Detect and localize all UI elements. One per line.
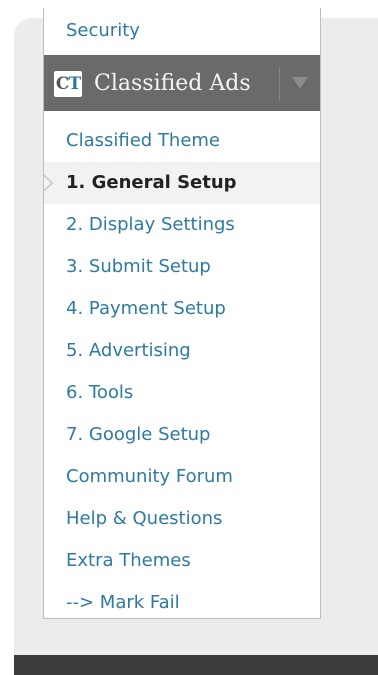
menu-item-label: Help & Questions bbox=[66, 508, 223, 529]
menu-item-label: Classified Theme bbox=[66, 130, 221, 151]
menu-item-extra-themes[interactable]: Extra Themes bbox=[44, 540, 320, 582]
menu-item-label: 5. Advertising bbox=[66, 340, 191, 361]
menu-item-help-questions[interactable]: Help & Questions bbox=[44, 498, 320, 540]
menu-item-label: 3. Submit Setup bbox=[66, 256, 211, 277]
menu-item-label: 6. Tools bbox=[66, 382, 134, 403]
menu-item-advertising[interactable]: 5. Advertising bbox=[44, 330, 320, 372]
menu-item-label: 1. General Setup bbox=[66, 172, 237, 193]
menu-item-payment-setup[interactable]: 4. Payment Setup bbox=[44, 288, 320, 330]
page: Security CT Classified Ads Classified Th… bbox=[0, 0, 378, 675]
menu-item-google-setup[interactable]: 7. Google Setup bbox=[44, 414, 320, 456]
classified-ads-header[interactable]: CT Classified Ads bbox=[44, 55, 320, 111]
dropdown-toggle-button[interactable] bbox=[280, 55, 320, 111]
menu-item-label: Extra Themes bbox=[66, 550, 191, 571]
menu-item-security[interactable]: Security bbox=[44, 10, 320, 52]
bottom-bar bbox=[14, 655, 378, 675]
admin-menu: Security CT Classified Ads Classified Th… bbox=[43, 8, 321, 619]
menu-item-mark-fail[interactable]: --> Mark Fail bbox=[44, 582, 320, 624]
menu-item-community-forum[interactable]: Community Forum bbox=[44, 456, 320, 498]
menu-item-label: Security bbox=[66, 20, 140, 41]
menu-item-general-setup[interactable]: 1. General Setup bbox=[43, 162, 320, 204]
current-page-arrow-icon bbox=[43, 175, 53, 191]
menu-item-label: --> Mark Fail bbox=[66, 592, 180, 613]
menu-item-display-settings[interactable]: 2. Display Settings bbox=[44, 204, 320, 246]
triangle-down-icon bbox=[292, 77, 308, 89]
menu-item-submit-setup[interactable]: 3. Submit Setup bbox=[44, 246, 320, 288]
ct-logo-icon: CT bbox=[54, 71, 82, 97]
menu-item-tools[interactable]: 6. Tools bbox=[44, 372, 320, 414]
menu-item-label: 2. Display Settings bbox=[66, 214, 235, 235]
menu-item-classified-theme[interactable]: Classified Theme bbox=[44, 120, 320, 162]
menu-item-label: Community Forum bbox=[66, 466, 233, 487]
header-title: Classified Ads bbox=[94, 71, 251, 96]
menu-item-label: 4. Payment Setup bbox=[66, 298, 226, 319]
menu-item-label: 7. Google Setup bbox=[66, 424, 211, 445]
